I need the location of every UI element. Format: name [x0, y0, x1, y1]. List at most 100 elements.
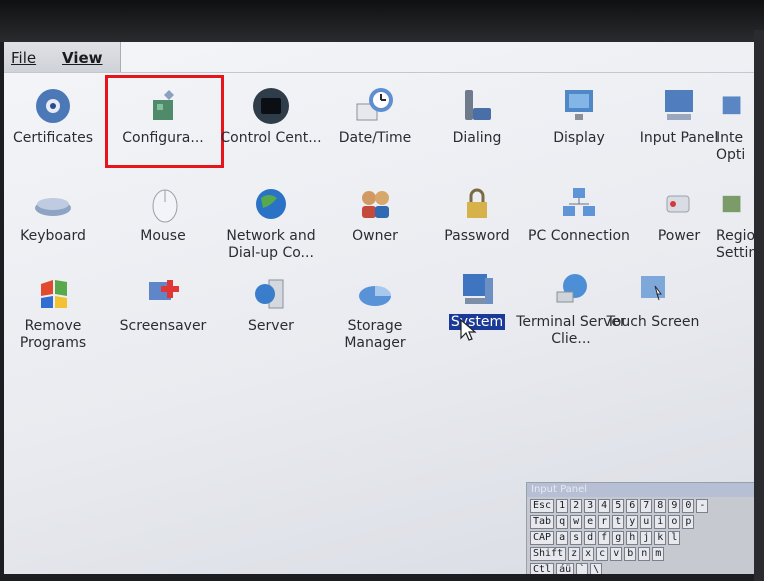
keyboard-key[interactable]: 9 — [668, 499, 681, 513]
item-dialing[interactable]: Dialing — [422, 84, 532, 147]
keyboard-key[interactable]: Esc — [530, 499, 555, 513]
item-label: Mouse — [140, 228, 186, 244]
input-panel-title: Input Panel — [527, 483, 756, 497]
item-mouse[interactable]: Mouse — [108, 182, 218, 245]
padlock-icon — [467, 188, 487, 218]
keyboard-key[interactable]: \ — [590, 563, 603, 574]
keyboard-key[interactable]: d — [584, 531, 597, 545]
item-keyboard[interactable]: Keyboard — [4, 182, 108, 245]
item-label: Password — [444, 228, 510, 244]
storage-manager-icon — [359, 286, 391, 306]
server-icon — [255, 279, 284, 309]
keyboard-key[interactable]: y — [626, 515, 639, 529]
item-control-center[interactable]: Control Cent... — [216, 84, 326, 147]
item-label: Keyboard — [20, 228, 86, 244]
keyboard-key[interactable]: ` — [576, 563, 589, 574]
item-pc-connection[interactable]: PC Connection — [524, 182, 634, 245]
menu-bar: File View — [4, 42, 121, 73]
keyboard-key[interactable]: e — [584, 515, 597, 529]
keyboard-key[interactable]: a — [556, 531, 569, 545]
keyboard-key[interactable]: u — [640, 515, 653, 529]
item-label: Regio Setting — [716, 228, 756, 261]
item-date-time[interactable]: Date/Time — [320, 84, 430, 147]
keyboard-key[interactable]: p — [682, 515, 695, 529]
item-regional-settings[interactable]: Regio Setting — [716, 182, 756, 262]
keyboard-key[interactable]: f — [598, 531, 611, 545]
keyboard-row: Ctl áü ` \ — [530, 563, 756, 574]
mouse-icon — [152, 189, 178, 223]
keyboard-key[interactable]: j — [640, 531, 653, 545]
keyboard-key[interactable]: z — [568, 547, 581, 561]
item-network[interactable]: Network and Dial-up Co... — [216, 182, 326, 262]
keyboard-key[interactable]: x — [582, 547, 595, 561]
regional-settings-icon — [722, 195, 741, 213]
item-label: Storage Manager — [344, 318, 406, 351]
item-internet-options[interactable]: Inte Opti — [716, 84, 756, 164]
system-icon — [463, 274, 493, 304]
keyboard-key[interactable]: áü — [556, 563, 575, 574]
keyboard-key[interactable]: g — [612, 531, 625, 545]
item-label: Touch Screen — [606, 314, 700, 330]
keyboard-key[interactable]: h — [626, 531, 639, 545]
keyboard-key[interactable]: q — [556, 515, 569, 529]
keyboard-key[interactable]: k — [654, 531, 667, 545]
keyboard-key[interactable]: o — [668, 515, 681, 529]
keyboard-key[interactable]: 8 — [654, 499, 667, 513]
item-label: PC Connection — [528, 228, 630, 244]
keyboard-key[interactable]: c — [596, 547, 609, 561]
keyboard-key[interactable]: v — [610, 547, 623, 561]
item-certificates[interactable]: Certificates — [4, 84, 108, 147]
keyboard-key[interactable]: - — [696, 499, 709, 513]
keyboard-key[interactable]: 6 — [626, 499, 639, 513]
keyboard-key[interactable]: 1 — [556, 499, 569, 513]
item-storage-manager[interactable]: Storage Manager — [320, 272, 430, 352]
certificates-icon — [36, 89, 70, 123]
clock-icon — [356, 88, 393, 121]
control-center-icon — [253, 88, 289, 124]
remove-programs-icon — [41, 280, 67, 308]
keyboard-key[interactable]: r — [598, 515, 611, 529]
item-label: Dialing — [452, 130, 502, 146]
item-password[interactable]: Password — [422, 182, 532, 245]
item-display[interactable]: Display — [524, 84, 634, 147]
keyboard-key[interactable]: s — [570, 531, 583, 545]
input-panel-keyboard[interactable]: Input Panel Esc 1 2 3 4 5 6 7 8 9 0- Tab q w e r t y u i o p C… — [526, 482, 756, 574]
menu-view[interactable]: View — [62, 49, 103, 67]
item-server[interactable]: Server — [216, 272, 326, 335]
keyboard-key[interactable]: l — [668, 531, 681, 545]
keyboard-key[interactable]: n — [638, 547, 651, 561]
keyboard-key[interactable]: Ctl — [530, 563, 555, 574]
keyboard-key[interactable]: Tab — [530, 515, 555, 529]
keyboard-key[interactable]: w — [570, 515, 583, 529]
item-remove-programs[interactable]: Remove Programs — [4, 272, 108, 352]
internet-options-icon — [722, 96, 741, 115]
keyboard-key[interactable]: b — [624, 547, 637, 561]
device-bezel — [0, 0, 764, 42]
keyboard-row: Shift z x c v b n m — [530, 547, 756, 561]
menu-file[interactable]: File — [11, 49, 36, 67]
item-label: Date/Time — [338, 130, 412, 146]
keyboard-key[interactable]: m — [652, 547, 665, 561]
keyboard-key[interactable]: i — [654, 515, 667, 529]
item-label: Server — [248, 318, 294, 334]
keyboard-rows: Esc 1 2 3 4 5 6 7 8 9 0- Tab q w e r t y u i o p CAP a s d f g h j k l S… — [527, 499, 756, 574]
touch-screen-icon — [641, 276, 665, 301]
network-globe-icon — [256, 189, 286, 219]
keyboard-key[interactable]: t — [612, 515, 625, 529]
item-label: Display — [553, 130, 605, 146]
item-screensaver[interactable]: Screensaver — [108, 272, 218, 335]
keyboard-key[interactable]: 7 — [640, 499, 653, 513]
item-label: Inte Opti — [716, 130, 746, 163]
keyboard-key[interactable]: CAP — [530, 531, 555, 545]
keyboard-key[interactable]: Shift — [530, 547, 567, 561]
keyboard-key[interactable]: 3 — [584, 499, 597, 513]
control-panel-window: File View Certificates Configura... Cont… — [4, 42, 756, 574]
keyboard-key[interactable]: 5 — [612, 499, 625, 513]
keyboard-key[interactable]: 2 — [570, 499, 583, 513]
item-touch-screen[interactable]: Touch Screen — [598, 268, 708, 331]
item-label: Network and Dial-up Co... — [226, 228, 316, 261]
keyboard-key[interactable]: 0 — [682, 499, 695, 513]
owner-icon — [362, 191, 389, 218]
keyboard-key[interactable]: 4 — [598, 499, 611, 513]
item-owner[interactable]: Owner — [320, 182, 430, 245]
